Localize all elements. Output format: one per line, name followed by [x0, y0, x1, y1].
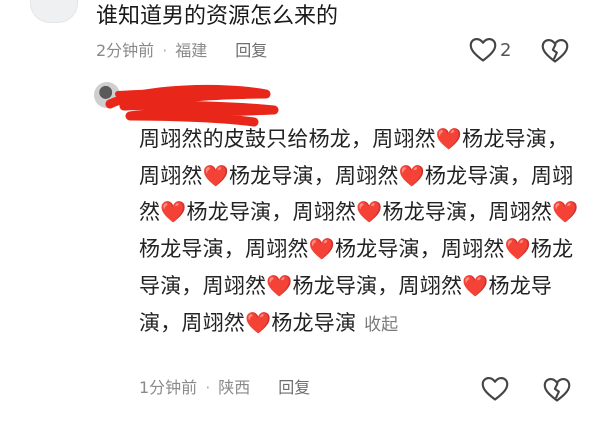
separator-dot: · — [205, 378, 211, 397]
comment-text: 谁知道男的资源怎么来的 — [96, 4, 339, 29]
broken-heart-icon — [543, 377, 571, 402]
dislike-button[interactable] — [542, 375, 572, 405]
comment-location: 陕西 — [218, 378, 251, 397]
reply-button[interactable]: 回复 — [235, 41, 267, 60]
like-button[interactable] — [480, 374, 510, 404]
comment-time: 2分钟前 — [96, 41, 155, 60]
like-button[interactable] — [468, 35, 498, 65]
separator-dot: · — [162, 41, 168, 60]
reply-button[interactable]: 回复 — [278, 378, 310, 397]
comment-meta: 2分钟前 · 福建 回复 — [96, 40, 267, 62]
comment-text: 周翊然的皮鼓只给杨龙，周翊然❤️杨龙导演，周翊然❤️杨龙导演，周翊然❤️杨龙导演… — [139, 121, 589, 343]
collapse-button[interactable]: 收起 — [364, 315, 398, 335]
avatar[interactable] — [30, 0, 78, 23]
comment-body: 周翊然的皮鼓只给杨龙，周翊然❤️杨龙导演，周翊然❤️杨龙导演，周翊然❤️杨龙导演… — [139, 127, 579, 335]
heart-outline-icon — [469, 37, 497, 62]
comment-time: 1分钟前 — [139, 378, 198, 397]
comment-meta: 1分钟前 · 陕西 回复 — [139, 377, 310, 399]
comment-location: 福建 — [175, 41, 208, 60]
like-count: 2 — [500, 40, 512, 61]
dislike-button[interactable] — [540, 36, 570, 66]
heart-outline-icon — [481, 376, 509, 401]
broken-heart-icon — [541, 38, 569, 63]
